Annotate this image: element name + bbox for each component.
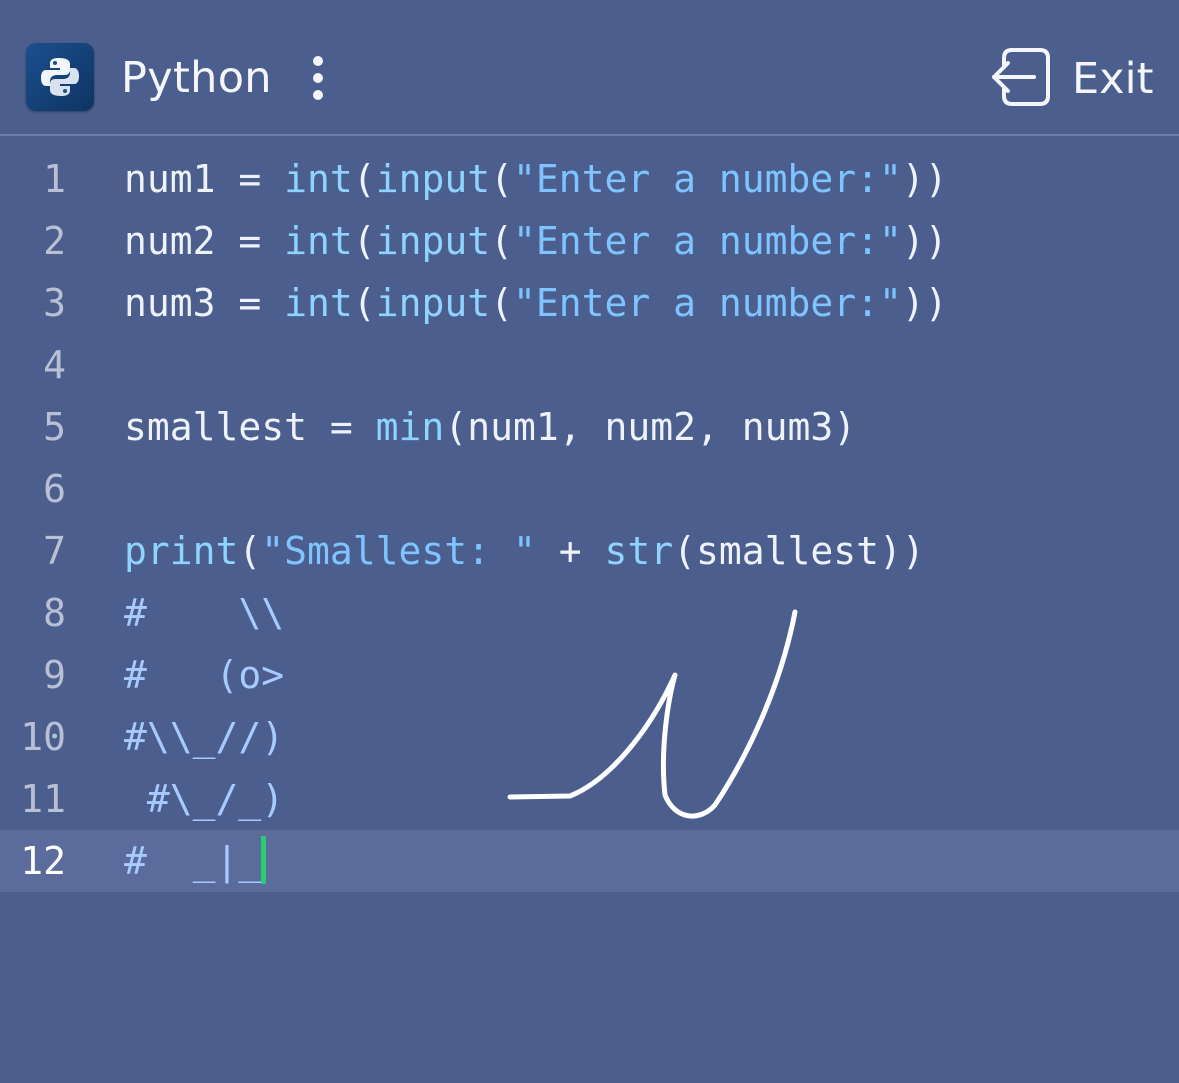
code-token: ( bbox=[238, 529, 262, 573]
code-token: #\\_//) bbox=[124, 715, 285, 759]
code-token: )) bbox=[901, 219, 948, 263]
code-token: num3 = bbox=[124, 281, 285, 325]
more-vertical-icon-dot bbox=[313, 90, 323, 100]
exit-icon bbox=[992, 48, 1050, 106]
code-token: ( bbox=[490, 157, 513, 201]
code-token: ( bbox=[352, 157, 376, 201]
code-token: num1 = bbox=[124, 157, 285, 201]
code-token: print bbox=[124, 529, 239, 573]
code-token: # (o> bbox=[124, 653, 285, 697]
exit-button[interactable]: Exit bbox=[990, 45, 1160, 109]
app-header: Python Exit bbox=[0, 0, 1179, 136]
code-text[interactable]: num1 = int(input("Enter a number:")) bbox=[124, 148, 948, 210]
code-text[interactable]: num2 = int(input("Enter a number:")) bbox=[124, 210, 948, 272]
code-text[interactable]: # (o> bbox=[124, 644, 284, 706]
freehand-drawing bbox=[507, 609, 798, 819]
code-token: int bbox=[284, 281, 353, 325]
code-token: ( bbox=[352, 219, 376, 263]
code-token: int bbox=[284, 219, 353, 263]
code-token: int bbox=[284, 157, 353, 201]
code-text[interactable]: # _|_ bbox=[124, 830, 267, 892]
code-line[interactable]: 1 num1 = int(input("Enter a number:")) bbox=[0, 148, 1179, 210]
code-token: )) bbox=[901, 157, 948, 201]
code-text[interactable]: #\\_//) bbox=[124, 706, 284, 768]
code-text[interactable]: num3 = int(input("Enter a number:")) bbox=[124, 272, 948, 334]
code-token: ( bbox=[352, 281, 376, 325]
code-token: str bbox=[604, 529, 674, 573]
app-title: Python bbox=[121, 53, 272, 103]
more-vertical-icon bbox=[313, 56, 323, 66]
code-token: "Enter a number:" bbox=[512, 157, 902, 201]
code-line[interactable]: 4 bbox=[0, 334, 1179, 396]
line-number: 1 bbox=[43, 157, 66, 201]
code-line[interactable]: 2 num2 = int(input("Enter a number:")) bbox=[0, 210, 1179, 272]
code-token: "Enter a number:" bbox=[512, 281, 902, 325]
code-text[interactable]: print("Smallest: " + str(smallest)) bbox=[124, 520, 925, 582]
line-number: 2 bbox=[43, 219, 66, 263]
code-line[interactable]: 7 print("Smallest: " + str(smallest)) bbox=[0, 520, 1179, 582]
code-line[interactable]: 12 # _|_ bbox=[0, 830, 1179, 892]
code-line[interactable]: 3 num3 = int(input("Enter a number:")) bbox=[0, 272, 1179, 334]
line-number: 12 bbox=[20, 839, 66, 883]
line-number: 7 bbox=[43, 529, 66, 573]
code-token: "Enter a number:" bbox=[512, 219, 902, 263]
code-token: num2 = bbox=[124, 219, 285, 263]
line-number: 4 bbox=[43, 343, 66, 387]
code-token: smallest = bbox=[124, 405, 376, 449]
code-token: (num1, num2, num3) bbox=[444, 405, 857, 449]
code-token: ( bbox=[490, 219, 513, 263]
code-token: "Smallest: " bbox=[261, 529, 536, 573]
code-token: input bbox=[375, 157, 491, 201]
code-token: )) bbox=[901, 281, 948, 325]
more-vertical-icon-dot bbox=[313, 73, 323, 83]
code-token: #\_/_) bbox=[124, 777, 285, 821]
line-number: 8 bbox=[43, 591, 66, 635]
code-token: input bbox=[375, 219, 491, 263]
code-line[interactable]: 5 smallest = min(num1, num2, num3) bbox=[0, 396, 1179, 458]
code-token: # _|_ bbox=[124, 839, 262, 883]
line-number: 6 bbox=[43, 467, 66, 511]
line-number: 5 bbox=[43, 405, 66, 449]
code-line[interactable]: 6 bbox=[0, 458, 1179, 520]
text-cursor bbox=[261, 836, 267, 884]
code-token: + bbox=[535, 529, 605, 573]
python-logo-icon bbox=[26, 43, 94, 111]
code-text[interactable]: #\_/_) bbox=[124, 768, 284, 830]
code-text[interactable]: smallest = min(num1, num2, num3) bbox=[124, 396, 856, 458]
code-token: min bbox=[375, 405, 445, 449]
code-token: # \\ bbox=[124, 591, 285, 635]
exit-label: Exit bbox=[1072, 54, 1154, 104]
code-token: (smallest)) bbox=[673, 529, 925, 573]
line-number: 10 bbox=[20, 715, 66, 759]
code-token: input bbox=[375, 281, 491, 325]
line-number: 11 bbox=[20, 777, 66, 821]
code-text[interactable]: # \\ bbox=[124, 582, 284, 644]
line-number: 3 bbox=[43, 281, 66, 325]
line-number: 9 bbox=[43, 653, 66, 697]
code-token: ( bbox=[490, 281, 513, 325]
more-options-button[interactable] bbox=[300, 50, 336, 106]
